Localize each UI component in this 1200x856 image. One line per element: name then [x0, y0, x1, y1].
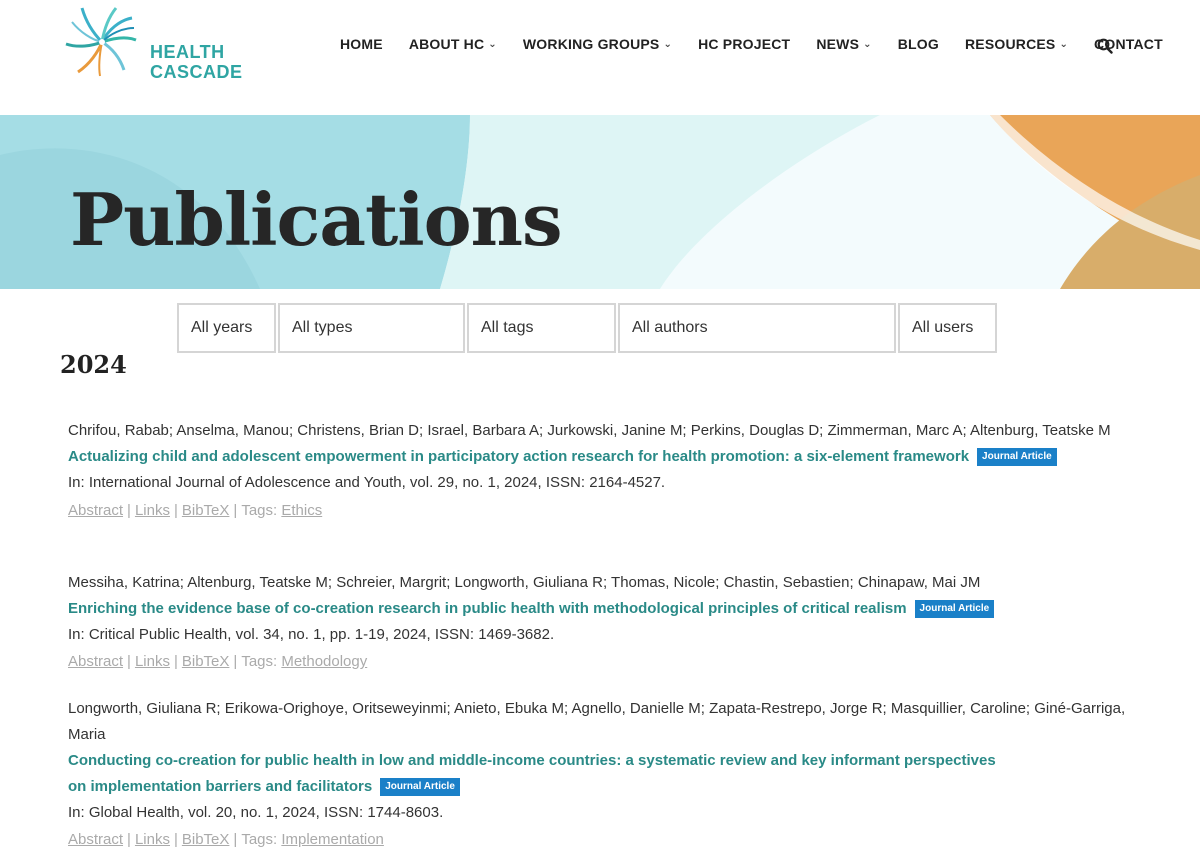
user-filter-select[interactable]: All users	[898, 303, 997, 353]
publication-type-badge: Journal Article	[977, 448, 1057, 466]
chevron-down-icon: ⌄	[1059, 38, 1069, 50]
publication-venue: In: Global Health, vol. 20, no. 1, 2024,…	[68, 804, 444, 821]
nav-label: RESOURCES	[964, 36, 1056, 52]
logo-line-2: CASCADE	[150, 62, 243, 82]
publication-title-link[interactable]: Conducting co-creation for public health…	[68, 752, 996, 795]
nav-label: WORKING GROUPS	[522, 36, 660, 52]
publication-type-badge: Journal Article	[914, 600, 995, 618]
nav-hc-project[interactable]: HC PROJECT	[698, 36, 790, 52]
nav-label: ABOUT HC	[408, 36, 485, 52]
nav-label: HOME	[340, 36, 383, 52]
links-link[interactable]: Links	[135, 502, 170, 519]
nav-blog[interactable]: BLOG	[898, 36, 939, 52]
nav-working-groups[interactable]: WORKING GROUPS ⌄	[523, 36, 672, 52]
tag-link[interactable]: Implementation	[281, 831, 384, 848]
abstract-link[interactable]: Abstract	[68, 653, 123, 670]
publication-venue: In: Critical Public Health, vol. 34, no.…	[68, 626, 555, 643]
year-filter-select[interactable]: All years	[177, 303, 276, 353]
bibtex-link[interactable]: BibTeX	[182, 653, 230, 670]
logo-line-1: HEALTH	[150, 42, 225, 62]
tags-label: Tags:	[241, 653, 278, 670]
publication-authors: Messiha, Katrina; Altenburg, Teatske M; …	[68, 574, 981, 591]
tag-link[interactable]: Ethics	[281, 502, 322, 519]
publication-title-link[interactable]: Actualizing child and adolescent empower…	[68, 448, 969, 465]
main-nav: HOME ABOUT HC ⌄ WORKING GROUPS ⌄ HC PROJEC…	[340, 36, 1189, 52]
publication-entry: Longworth, Giuliana R; Erikowa-Orighoye,…	[68, 696, 1128, 853]
nav-news[interactable]: NEWS ⌄	[816, 36, 871, 52]
nav-label: NEWS	[816, 36, 860, 52]
abstract-link[interactable]: Abstract	[68, 502, 123, 519]
hero-banner: Publications	[0, 115, 1200, 289]
nav-label: BLOG	[897, 36, 939, 52]
chevron-down-icon: ⌄	[663, 38, 673, 50]
tags-label: Tags:	[241, 831, 278, 848]
publication-authors: Longworth, Giuliana R; Erikowa-Orighoye,…	[68, 700, 1126, 743]
tag-filter-select[interactable]: All tags	[467, 303, 616, 353]
nav-resources[interactable]: RESOURCES ⌄	[965, 36, 1068, 52]
publication-entry: Chrifou, Rabab; Anselma, Manou; Christen…	[68, 418, 1128, 524]
abstract-link[interactable]: Abstract	[68, 831, 123, 848]
bibtex-link[interactable]: BibTeX	[182, 831, 230, 848]
publication-venue: In: International Journal of Adolescence…	[68, 474, 666, 491]
tag-link[interactable]: Methodology	[281, 653, 367, 670]
logo-wordmark: HEALTH CASCADE	[150, 42, 243, 82]
nav-home[interactable]: HOME	[340, 36, 383, 52]
nav-label: HC PROJECT	[698, 36, 791, 52]
publication-filters: All years All types All tags All authors…	[177, 303, 999, 353]
tags-label: Tags:	[241, 502, 278, 519]
publication-type-badge: Journal Article	[380, 778, 460, 796]
search-icon[interactable]	[1097, 38, 1113, 54]
links-link[interactable]: Links	[135, 653, 170, 670]
publication-authors: Chrifou, Rabab; Anselma, Manou; Christen…	[68, 422, 1111, 439]
site-logo[interactable]: HEALTH CASCADE	[62, 4, 242, 84]
site-header: HEALTH CASCADE HOME ABOUT HC ⌄ WORKING GR…	[0, 0, 1200, 115]
year-heading: 2024	[60, 350, 127, 379]
chevron-down-icon: ⌄	[488, 38, 497, 50]
swirl-logo-icon	[65, 7, 137, 77]
publication-actions: Abstract | Links | BibTeX | Tags: Implementati…	[68, 831, 384, 848]
publication-title-link[interactable]: Enriching the evidence base of co-creati…	[68, 600, 907, 617]
publication-actions: Abstract | Links | BibTeX | Tags: Methodology	[68, 653, 368, 670]
publication-actions: Abstract | Links | BibTeX | Tags: Ethics	[68, 502, 323, 519]
chevron-down-icon: ⌄	[863, 38, 872, 50]
author-filter-select[interactable]: All authors	[618, 303, 896, 353]
publication-entry: Messiha, Katrina; Altenburg, Teatske M; …	[68, 570, 1128, 675]
type-filter-select[interactable]: All types	[278, 303, 465, 353]
bibtex-link[interactable]: BibTeX	[182, 502, 230, 519]
page-title: Publications	[70, 177, 563, 262]
nav-about[interactable]: ABOUT HC ⌄	[409, 36, 497, 52]
links-link[interactable]: Links	[135, 831, 170, 848]
